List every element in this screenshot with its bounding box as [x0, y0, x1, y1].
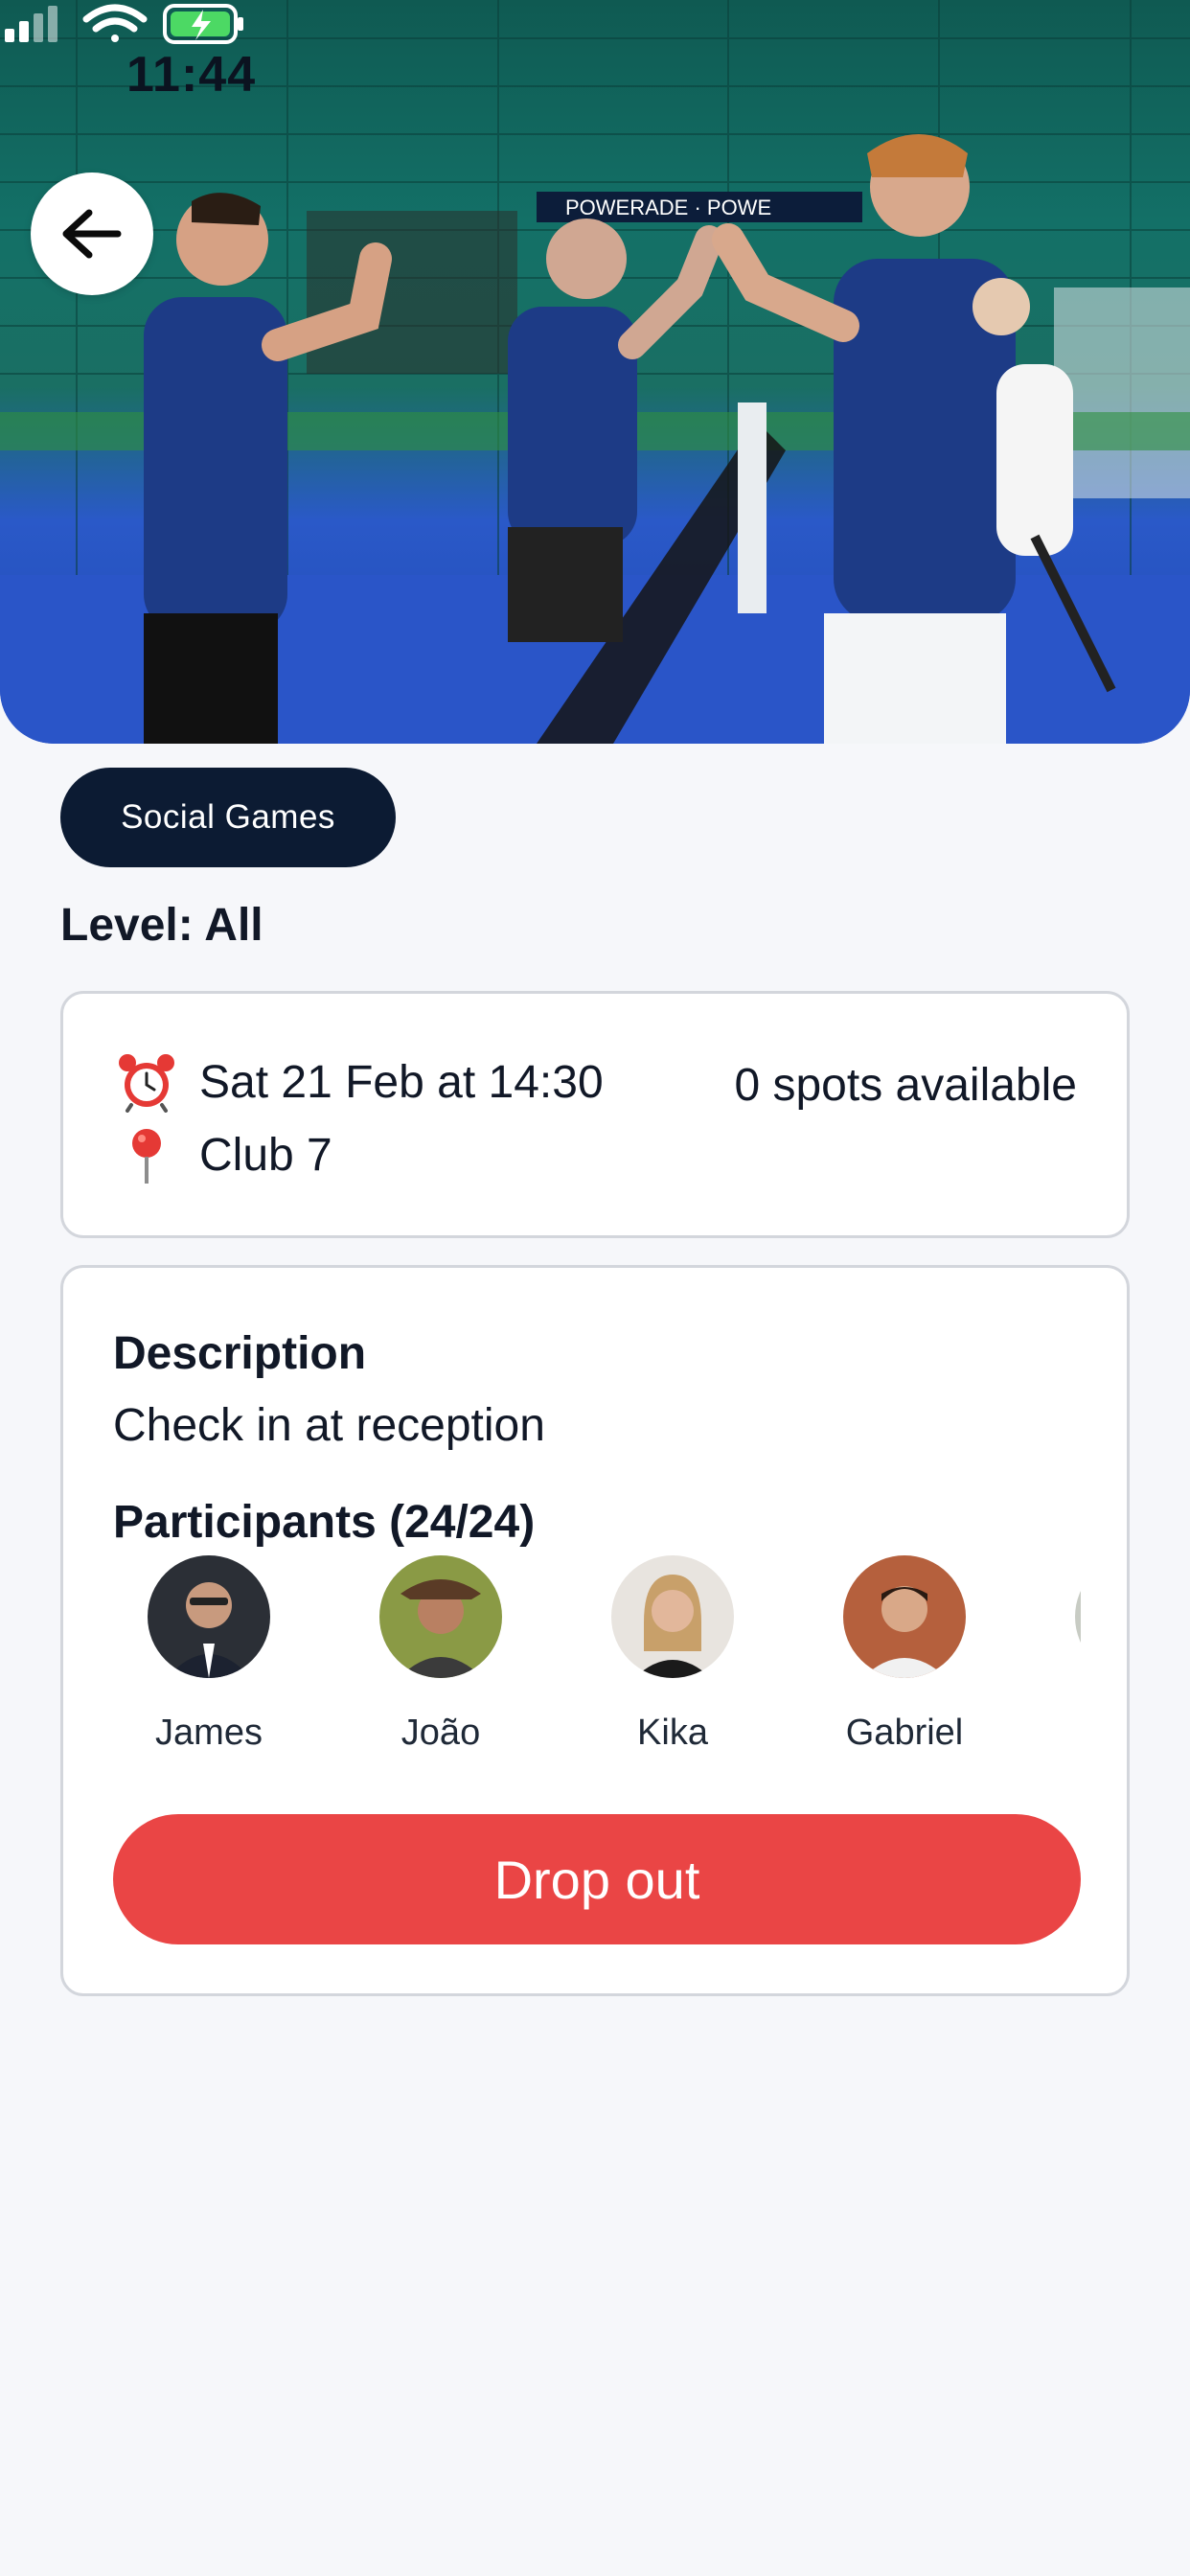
status-bar: 11:44: [0, 0, 1190, 153]
wifi-icon: [82, 4, 148, 42]
participant-item[interactable]: Kika: [577, 1555, 768, 1747]
participant-name: João: [400, 1713, 481, 1747]
participant-name: A: [1041, 1713, 1081, 1747]
avatar: [148, 1555, 270, 1678]
avatar: [379, 1555, 502, 1678]
spots-available: 0 spots available: [734, 1060, 1077, 1111]
alarm-clock-icon: [113, 1051, 180, 1113]
battery-charging-icon: [163, 4, 243, 44]
hero-image: POWERADE · POWE 11:44: [0, 0, 1190, 744]
signal-icon: [5, 6, 57, 42]
back-arrow-icon: [62, 209, 122, 259]
back-button[interactable]: [31, 172, 153, 295]
participants-list[interactable]: James João Kika Gabriel: [113, 1555, 1081, 1747]
datetime-row: Sat 21 Feb at 14:30: [113, 1051, 604, 1113]
status-time: 11:44: [126, 47, 257, 103]
location-row: Club 7: [113, 1124, 332, 1185]
participant-name: Gabriel: [845, 1713, 964, 1747]
participant-name: James: [155, 1713, 263, 1747]
participant-name: Kika: [637, 1713, 708, 1747]
event-datetime: Sat 21 Feb at 14:30: [199, 1056, 604, 1108]
svg-text:POWERADE · POWE: POWERADE · POWE: [565, 196, 771, 219]
participant-item[interactable]: A: [1041, 1555, 1081, 1709]
participant-item[interactable]: James: [113, 1555, 305, 1747]
avatar: [843, 1555, 966, 1678]
description-text: Check in at reception: [113, 1400, 545, 1451]
category-tag: Social Games: [60, 768, 396, 867]
event-info-card: Sat 21 Feb at 14:30 Club 7 0 spots avail…: [60, 991, 1130, 1238]
event-location: Club 7: [199, 1129, 332, 1181]
description-title: Description: [113, 1328, 367, 1379]
drop-out-button[interactable]: Drop out: [113, 1814, 1081, 1944]
participants-title: Participants (24/24): [113, 1497, 536, 1548]
pin-icon: [113, 1124, 180, 1185]
details-card: Description Check in at reception Partic…: [60, 1265, 1130, 1996]
participant-item[interactable]: Gabriel: [809, 1555, 1000, 1747]
status-icons: [5, 4, 243, 44]
participant-item[interactable]: João: [345, 1555, 537, 1747]
avatar: [611, 1555, 734, 1678]
level-label: Level: All: [60, 900, 263, 951]
avatar: [1075, 1555, 1081, 1678]
